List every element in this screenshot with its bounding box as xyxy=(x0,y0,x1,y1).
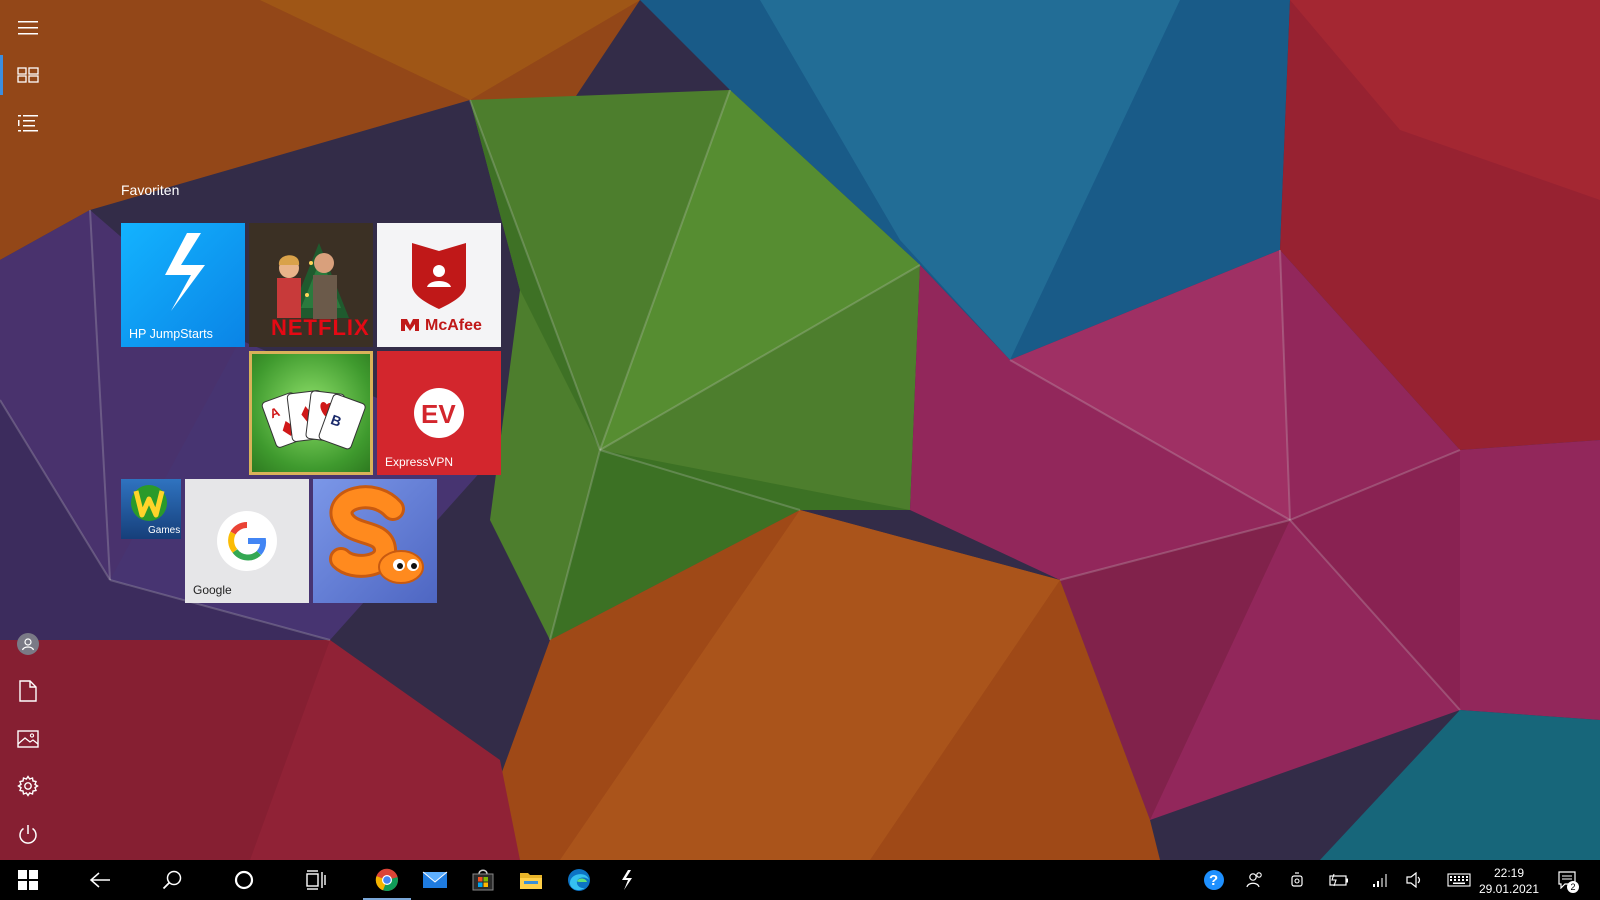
volume-icon xyxy=(1406,872,1421,888)
google-tile[interactable]: Google xyxy=(185,479,309,603)
taskbar: ? 22:19 29.01.2021 2 xyxy=(0,860,1600,900)
expressvpn-label: ExpressVPN xyxy=(385,455,454,469)
file-explorer-icon xyxy=(520,873,542,889)
chrome-taskbar-button[interactable] xyxy=(363,860,411,900)
touch-keyboard-tray-button[interactable] xyxy=(1442,860,1476,900)
expressvpn-tile[interactable]: EV ExpressVPN xyxy=(377,351,501,475)
file-explorer-taskbar-button[interactable] xyxy=(507,860,555,900)
clock-date: 29.01.2021 xyxy=(1478,882,1540,896)
mcafee-logo-text: McAfee xyxy=(425,317,482,334)
power-icon xyxy=(19,825,37,844)
svg-text:EV: EV xyxy=(421,399,456,429)
solitaire-tile[interactable]: A B xyxy=(249,351,373,475)
task-view-icon xyxy=(306,870,326,890)
edge-icon xyxy=(568,869,590,891)
help-tray-button[interactable]: ? xyxy=(1199,860,1229,900)
chrome-icon xyxy=(375,868,398,892)
action-center-button[interactable] xyxy=(1552,860,1582,900)
volume-tray-button[interactable] xyxy=(1400,860,1430,900)
search-button[interactable] xyxy=(148,860,196,900)
expand-menu-button[interactable] xyxy=(0,4,56,52)
cortana-button[interactable] xyxy=(220,860,268,900)
documents-icon xyxy=(19,680,37,702)
start-button[interactable] xyxy=(4,860,52,900)
google-label: Google xyxy=(193,583,232,597)
task-view-button[interactable] xyxy=(292,860,340,900)
power-button[interactable] xyxy=(0,810,56,858)
pictures-button[interactable] xyxy=(0,715,56,763)
hp-jumpstarts-taskbar-button[interactable] xyxy=(603,860,651,900)
hamburger-icon xyxy=(18,21,38,35)
search-icon xyxy=(162,870,182,890)
start-dim-overlay xyxy=(0,0,1600,860)
wifi-icon xyxy=(1373,874,1387,887)
notification-count-badge: 2 xyxy=(1567,881,1579,893)
pinned-tiles-button[interactable] xyxy=(0,51,56,99)
hp-jumpstarts-tile[interactable]: HP JumpStarts xyxy=(121,223,245,347)
user-account-button[interactable] xyxy=(0,620,56,668)
store-taskbar-button[interactable] xyxy=(459,860,507,900)
people-tray-button[interactable] xyxy=(1240,860,1270,900)
start-left-rail xyxy=(0,0,56,860)
tiles-icon xyxy=(17,67,39,83)
meet-now-icon xyxy=(1291,872,1303,887)
settings-button[interactable] xyxy=(0,762,56,810)
back-button[interactable] xyxy=(76,860,124,900)
playing-cards-icon: A B xyxy=(261,390,366,450)
hp-jumpstarts-icon xyxy=(622,870,632,890)
windows-start-icon xyxy=(18,870,38,890)
netflix-logo: NETFLIX xyxy=(271,315,370,340)
all-apps-list-icon xyxy=(18,115,38,132)
help-icon: ? xyxy=(1204,870,1224,890)
clock[interactable]: 22:19 29.01.2021 xyxy=(1474,865,1544,897)
tile-group-title[interactable]: Favoriten xyxy=(121,182,179,198)
pictures-icon xyxy=(17,730,39,748)
user-avatar-icon xyxy=(17,633,39,655)
slither-tile[interactable] xyxy=(313,479,437,603)
all-apps-button[interactable] xyxy=(0,99,56,147)
netflix-tile[interactable]: NETFLIX xyxy=(249,223,373,347)
mail-icon xyxy=(422,871,448,888)
wifi-tray-button[interactable] xyxy=(1365,860,1395,900)
back-icon xyxy=(89,872,110,888)
store-icon xyxy=(472,869,494,891)
battery-icon xyxy=(1329,873,1348,887)
mcafee-tile[interactable]: McAfee xyxy=(377,223,501,347)
snake-icon xyxy=(329,485,424,584)
wildtangent-label: Games xyxy=(148,525,181,536)
documents-button[interactable] xyxy=(0,667,56,715)
svg-text:?: ? xyxy=(1209,872,1218,889)
people-icon xyxy=(1246,872,1262,888)
cortana-icon xyxy=(234,870,254,890)
clock-time: 22:19 xyxy=(1493,866,1525,880)
keyboard-icon xyxy=(1447,873,1471,887)
battery-tray-button[interactable] xyxy=(1324,860,1354,900)
edge-taskbar-button[interactable] xyxy=(555,860,603,900)
wildtangent-games-tile[interactable]: Games xyxy=(121,479,181,539)
settings-icon xyxy=(17,775,39,797)
meet-now-tray-button[interactable] xyxy=(1283,860,1313,900)
mail-taskbar-button[interactable] xyxy=(411,860,459,900)
hp-jumpstarts-label: HP JumpStarts xyxy=(129,327,213,341)
